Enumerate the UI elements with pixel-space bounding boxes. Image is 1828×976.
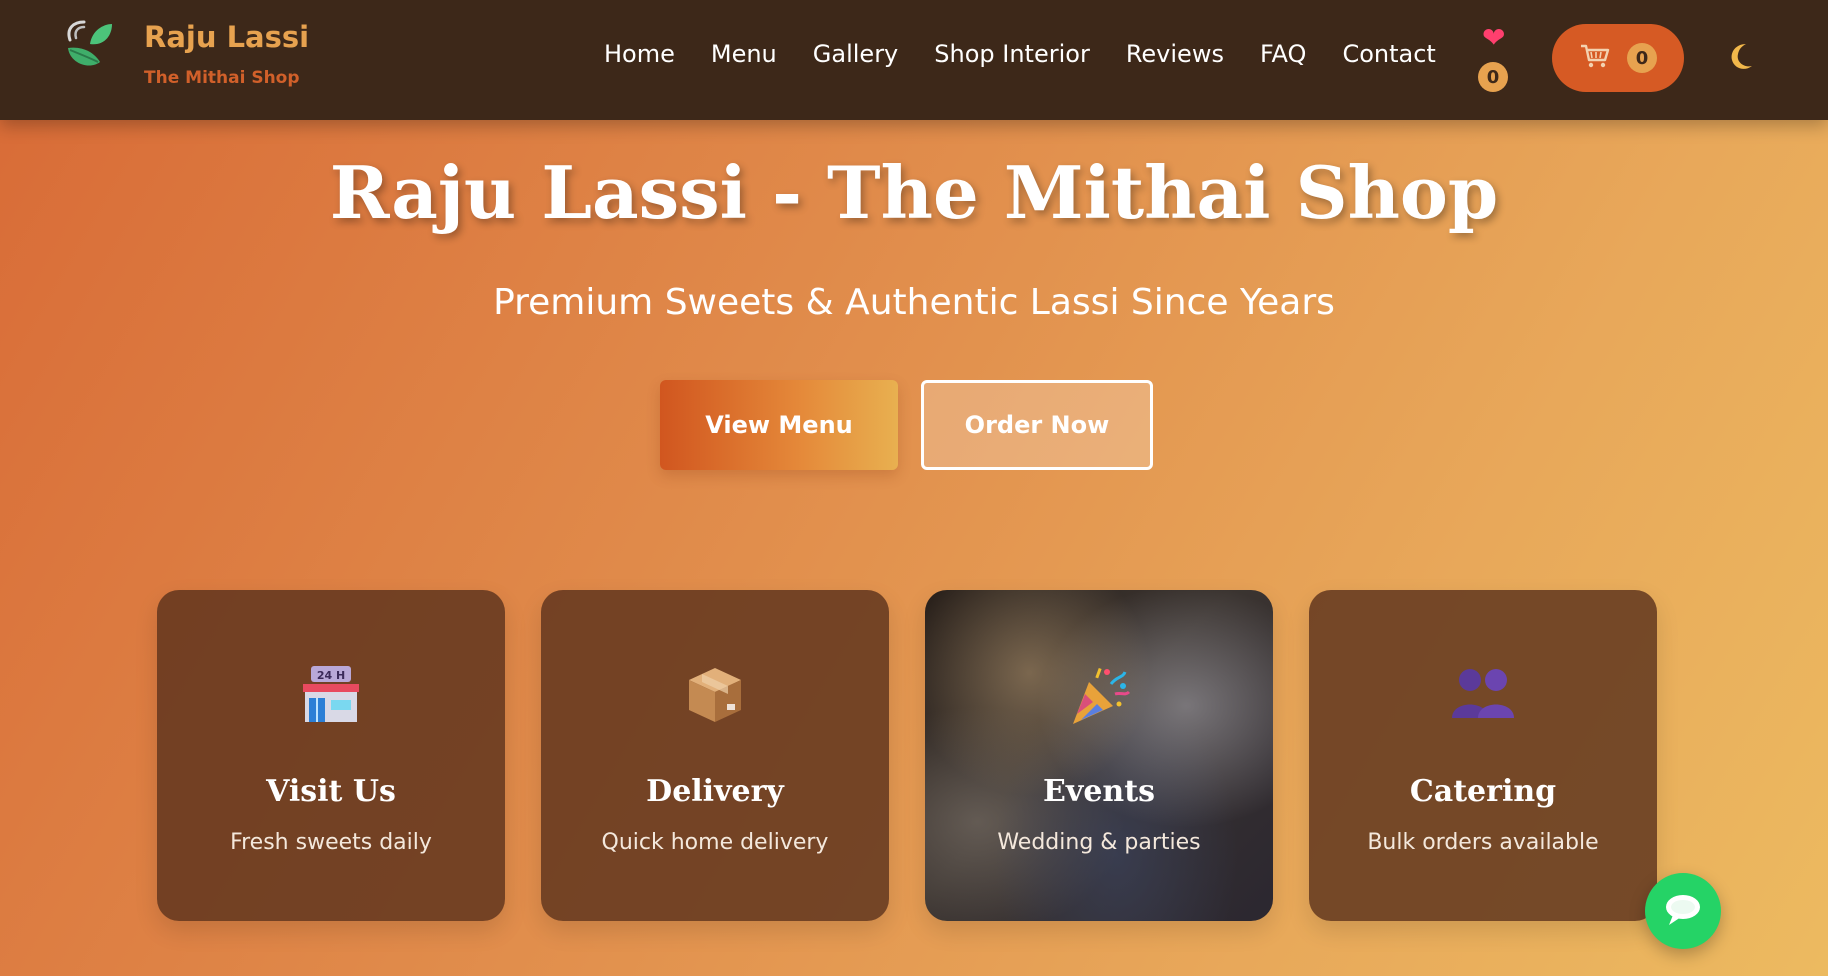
- chat-button[interactable]: [1645, 873, 1721, 949]
- feature-card-events[interactable]: Events Wedding & parties: [925, 590, 1273, 921]
- chat-bubble-icon: [1663, 891, 1703, 931]
- nav-shop-interior[interactable]: Shop Interior: [934, 40, 1090, 76]
- hero-title: Raju Lassi - The Mithai Shop: [329, 150, 1499, 235]
- store-24h-icon: 24 H: [157, 664, 505, 728]
- leaf-logo-icon[interactable]: [60, 18, 118, 72]
- moon-icon[interactable]: [1722, 38, 1758, 74]
- wishlist-button[interactable]: ❤ 0: [1476, 22, 1516, 94]
- nav-menu[interactable]: Menu: [711, 40, 777, 76]
- brand-name[interactable]: Raju Lassi: [144, 20, 309, 54]
- feature-text: Fresh sweets daily: [230, 830, 432, 855]
- wishlist-count-badge: 0: [1478, 62, 1508, 92]
- feature-card-visit-us[interactable]: 24 H Visit Us Fresh sweets daily: [157, 590, 505, 921]
- people-icon: [1309, 664, 1657, 728]
- nav-home[interactable]: Home: [604, 40, 675, 76]
- heart-icon: ❤: [1482, 21, 1506, 54]
- view-menu-button[interactable]: View Menu: [660, 380, 898, 470]
- nav-contact[interactable]: Contact: [1342, 40, 1435, 76]
- svg-text:24 H: 24 H: [317, 669, 345, 682]
- feature-text: Wedding & parties: [997, 830, 1201, 855]
- feature-text: Quick home delivery: [601, 830, 829, 855]
- brand-subtitle: The Mithai Shop: [144, 68, 300, 88]
- nav-faq[interactable]: FAQ: [1260, 40, 1307, 76]
- cart-button[interactable]: 0: [1552, 24, 1684, 92]
- feature-text: Bulk orders available: [1367, 830, 1599, 855]
- feature-title: Events: [1043, 774, 1155, 809]
- nav-reviews[interactable]: Reviews: [1126, 40, 1224, 76]
- cart-icon: [1579, 42, 1611, 74]
- hero-subtitle: Premium Sweets & Authentic Lassi Since Y…: [493, 282, 1335, 323]
- feature-card-catering[interactable]: Catering Bulk orders available: [1309, 590, 1657, 921]
- feature-title: Catering: [1409, 774, 1557, 809]
- feature-title: Delivery: [646, 774, 784, 809]
- package-icon: [541, 664, 889, 728]
- cart-count-badge: 0: [1627, 43, 1657, 73]
- feature-title: Visit Us: [266, 774, 396, 809]
- main-nav: Home Menu Gallery Shop Interior Reviews …: [604, 40, 1472, 76]
- party-popper-icon: [925, 664, 1273, 728]
- order-now-button[interactable]: Order Now: [921, 380, 1153, 470]
- feature-card-delivery[interactable]: Delivery Quick home delivery: [541, 590, 889, 921]
- top-navbar: Raju Lassi The Mithai Shop Home Menu Gal…: [0, 0, 1828, 120]
- nav-gallery[interactable]: Gallery: [813, 40, 898, 76]
